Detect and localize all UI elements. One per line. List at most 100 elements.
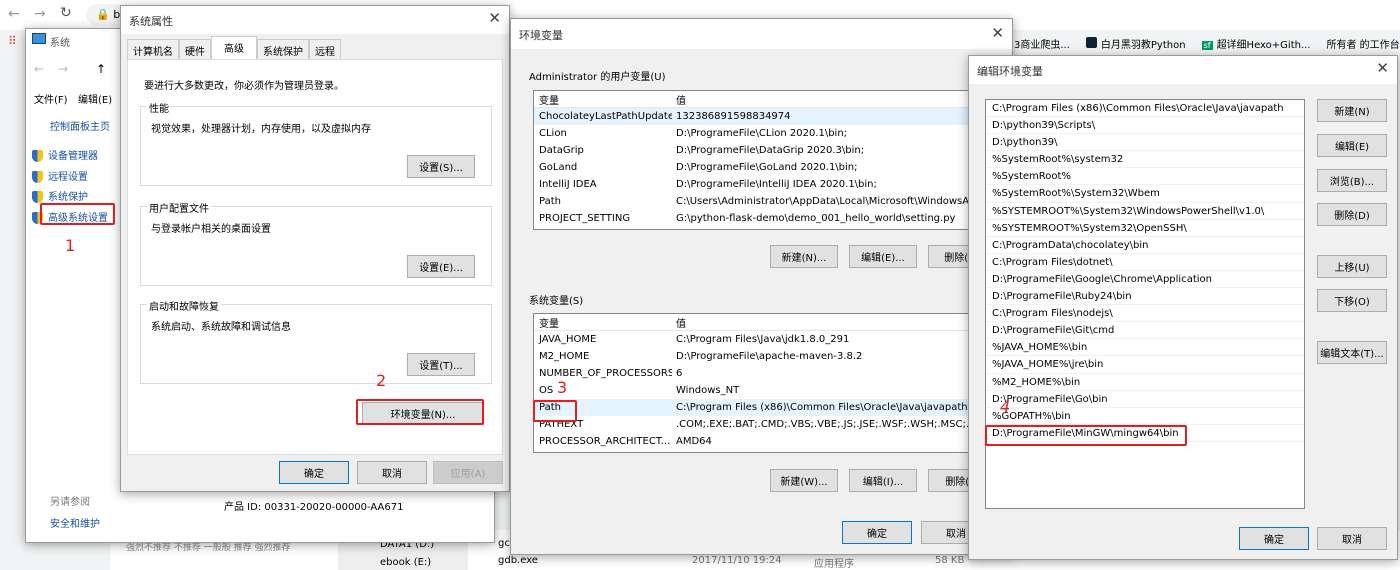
bookmark[interactable]: 白月黑羽教Python: [1085, 36, 1186, 51]
path-entry[interactable]: C:\Program Files (x86)\Common Files\Orac…: [986, 100, 1304, 118]
nav-device-manager[interactable]: 设备管理器: [32, 147, 108, 168]
table-row[interactable]: Path C:\Program Files (x86)\Common Files\…: [534, 399, 1002, 416]
table-row[interactable]: GoLand D:\ProgrameFile\GoLand 2020.1\bin;: [534, 159, 1002, 176]
nav-back-icon[interactable]: ←: [34, 62, 44, 76]
control-panel-home[interactable]: 控制面板主页: [50, 118, 110, 133]
close-icon[interactable]: ✕: [1376, 59, 1389, 77]
performance-settings-button[interactable]: 设置(S)...: [407, 155, 475, 178]
menu-edit[interactable]: 编辑(E): [78, 91, 112, 106]
col-value[interactable]: 值: [672, 315, 1002, 330]
shield-icon: [32, 150, 43, 162]
dialog-title: 编辑环境变量: [977, 65, 1043, 78]
table-row[interactable]: PROCESSOR_ARCHITECT... AMD64: [534, 433, 1002, 450]
group-label: 启动和故障恢复: [147, 298, 221, 313]
profile-settings-button[interactable]: 设置(E)...: [407, 255, 475, 278]
path-entry[interactable]: D:\ProgrameFile\Go\bin: [986, 391, 1304, 408]
drive-item[interactable]: ebook (E:): [380, 557, 431, 568]
path-entry[interactable]: %JAVA_HOME%\jre\bin: [986, 356, 1304, 374]
back-icon[interactable]: ←: [8, 6, 20, 22]
edit-text-button[interactable]: 编辑文本(T)...: [1317, 341, 1387, 364]
table-row[interactable]: OS Windows_NT: [534, 382, 1002, 399]
col-variable[interactable]: 变量: [534, 315, 672, 330]
apply-button[interactable]: 应用(A): [433, 461, 503, 484]
path-entry[interactable]: D:\ProgrameFile\Google\Chrome\Applicatio…: [986, 271, 1304, 289]
user-profiles-group: 用户配置文件 与登录帐户相关的桌面设置 设置(E)...: [140, 200, 492, 286]
apps-icon[interactable]: ⠿: [8, 34, 17, 48]
group-desc: 与登录帐户相关的桌面设置: [151, 224, 271, 235]
computer-icon: [32, 33, 46, 44]
move-down-button[interactable]: 下移(O): [1317, 289, 1387, 312]
user-edit-button[interactable]: 编辑(E)...: [849, 245, 917, 268]
reload-icon[interactable]: ↻: [60, 5, 72, 21]
menu-file[interactable]: 文件(F): [34, 91, 68, 106]
edit-button[interactable]: 编辑(E): [1317, 134, 1387, 157]
system-new-button[interactable]: 新建(W)...: [770, 469, 838, 492]
path-entry[interactable]: %GOPATH%\bin: [986, 408, 1304, 425]
bookmark[interactable]: 3商业爬虫...: [1014, 36, 1070, 51]
annotation-number: 2: [376, 371, 387, 390]
new-button[interactable]: 新建(N): [1317, 99, 1387, 122]
browse-button[interactable]: 浏览(B)...: [1317, 169, 1387, 192]
path-entry[interactable]: D:\ProgrameFile\Git\cmd: [986, 322, 1304, 340]
shield-icon: [32, 170, 43, 183]
nav-remote-settings[interactable]: 远程设置: [32, 168, 108, 189]
table-row[interactable]: CLion D:\ProgrameFile\CLion 2020.1\bin;: [534, 125, 1002, 142]
path-entry[interactable]: D:\ProgrameFile\Ruby24\bin: [986, 288, 1304, 306]
table-row[interactable]: M2_HOME D:\ProgrameFile\apache-maven-3.8.…: [534, 348, 1002, 365]
cancel-button[interactable]: 取消: [357, 461, 427, 484]
path-entries-list[interactable]: C:\Program Files (x86)\Common Files\Orac…: [985, 99, 1305, 509]
startup-settings-button[interactable]: 设置(T)...: [407, 353, 475, 376]
variable-value: C:\Program Files (x86)\Common Files\Orac…: [676, 402, 992, 413]
nav-up-icon[interactable]: ↑: [96, 62, 106, 76]
file-item[interactable]: gc: [498, 538, 510, 549]
path-entry[interactable]: %SystemRoot%\system32: [986, 151, 1304, 169]
nav-forward-icon[interactable]: →: [58, 62, 68, 76]
system-vars-label: 系统变量(S): [529, 296, 584, 307]
path-entry[interactable]: %M2_HOME%\bin: [986, 374, 1304, 391]
bookmark-label: 超详细Hexo+Gith...: [1216, 39, 1311, 51]
startup-recovery-group: 启动和故障恢复 系统启动、系统故障和调试信息 设置(T)...: [140, 298, 492, 384]
cancel-button[interactable]: 取消: [1317, 527, 1387, 550]
ok-button[interactable]: 确定: [279, 461, 349, 484]
variable-name: NUMBER_OF_PROCESSORS: [539, 368, 672, 379]
close-icon[interactable]: ✕: [991, 24, 1004, 42]
security-maintenance-link[interactable]: 安全和维护: [50, 515, 100, 530]
path-entry[interactable]: D:\python39\Scripts\: [986, 117, 1304, 135]
system-edit-button[interactable]: 编辑(I)...: [849, 469, 917, 492]
table-row[interactable]: IntelliJ IDEA D:\ProgrameFile\IntelliJ ID…: [534, 176, 1002, 193]
move-up-button[interactable]: 上移(U): [1317, 255, 1387, 278]
path-entry[interactable]: C:\Program Files\dotnet\: [986, 254, 1304, 271]
delete-button[interactable]: 删除(D): [1317, 203, 1387, 226]
file-type: 应用程序: [814, 559, 854, 570]
forward-icon[interactable]: →: [34, 6, 46, 22]
file-name[interactable]: gdb.exe: [498, 555, 538, 566]
close-icon[interactable]: ✕: [488, 9, 501, 27]
user-new-button[interactable]: 新建(N)...: [770, 245, 838, 268]
table-row[interactable]: NUMBER_OF_PROCESSORS 6: [534, 365, 1002, 382]
bookmark[interactable]: sf 超详细Hexo+Gith...: [1201, 36, 1311, 51]
path-entry[interactable]: %SYSTEMROOT%\System32\WindowsPowerShell\…: [986, 203, 1304, 220]
path-entry[interactable]: C:\ProgramData\chocolatey\bin: [986, 237, 1304, 254]
path-entry[interactable]: %SystemRoot%: [986, 168, 1304, 186]
user-vars-table[interactable]: 变量值 ChocolateyLastPathUpdate 132386891598…: [533, 90, 1003, 230]
path-entry[interactable]: %JAVA_HOME%\bin: [986, 339, 1304, 357]
variable-name: M2_HOME: [539, 351, 590, 362]
system-vars-table[interactable]: 变量值 JAVA_HOME C:\Program Files\Java\jdk1.…: [533, 313, 1003, 453]
table-row[interactable]: JAVA_HOME C:\Program Files\Java\jdk1.8.0_…: [534, 331, 1002, 348]
table-row[interactable]: PATHEXT .COM;.EXE;.BAT;.CMD;.VBS;.VBE;.JS…: [534, 416, 1002, 433]
ok-button[interactable]: 确定: [842, 521, 912, 544]
col-variable[interactable]: 变量: [534, 92, 672, 107]
ok-button[interactable]: 确定: [1239, 527, 1309, 550]
nav-label: 系统保护: [48, 192, 88, 203]
table-row[interactable]: ChocolateyLastPathUpdate 1323868915988349…: [534, 108, 1002, 125]
col-value[interactable]: 值: [672, 92, 1002, 107]
table-row[interactable]: Path C:\Users\Administrator\AppData\Local…: [534, 193, 1002, 210]
table-row[interactable]: DataGrip D:\ProgrameFile\DataGrip 2020.3\…: [534, 142, 1002, 159]
path-entry[interactable]: %SYSTEMROOT%\System32\OpenSSH\: [986, 220, 1304, 237]
bookmark[interactable]: 所有者 的工作台: [1327, 36, 1400, 51]
path-entry[interactable]: %SystemRoot%\System32\Wbem: [986, 185, 1304, 203]
user-vars-label: Administrator 的用户变量(U): [529, 72, 666, 83]
table-row[interactable]: PROJECT_SETTING G:\python-flask-demo\demo…: [534, 210, 1002, 227]
path-entry[interactable]: D:\python39\: [986, 134, 1304, 152]
path-entry[interactable]: C:\Program Files\nodejs\: [986, 305, 1304, 323]
